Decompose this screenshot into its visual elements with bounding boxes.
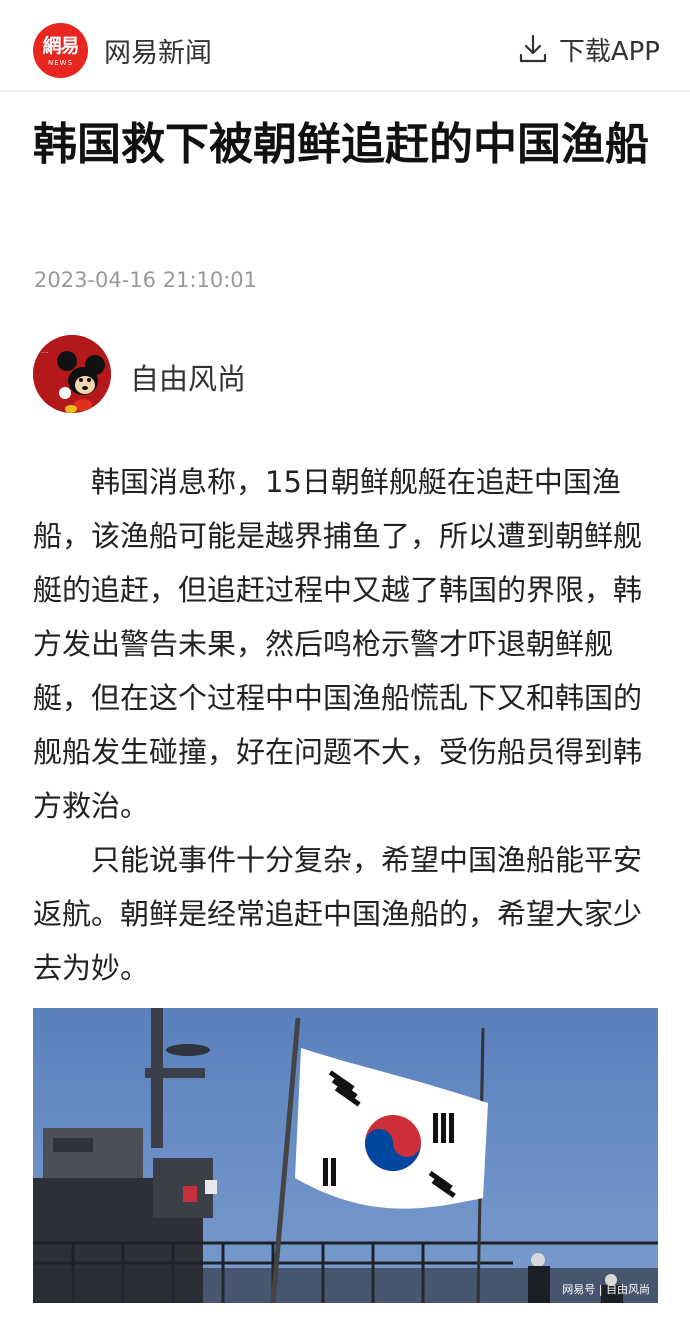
article-paragraph: 只能说事件十分复杂，希望中国渔船能平安返航。朝鲜是经常追赶中国渔船的，希望大家少… [33,843,643,985]
download-app-button[interactable]: 下载APP [517,29,660,69]
download-label: 下载APP [558,36,660,67]
download-icon [519,34,546,63]
article-paragraph: 韩国消息称，15日朝鲜舰艇在追赶中国渔船，该渔船可能是越界捕鱼了，所以遭到朝鲜舰… [33,465,643,823]
svg-text:····: ···· [41,350,49,357]
publish-timestamp: 2023-04-16 21:10:01 [34,268,258,292]
image-watermark: 网易号 | 自由风尚 [562,1283,650,1296]
article-body: 韩国消息称，15日朝鲜舰艇在追赶中国渔船，该渔船可能是越界捕鱼了，所以遭到朝鲜舰… [33,455,658,995]
brand-name: 网易新闻 [104,38,212,69]
netease-news-logo[interactable]: 網易 NEWS [33,23,88,78]
cartoon-mouse-avatar-image: ···· [33,335,111,413]
article-title: 韩国救下被朝鲜追赶的中国渔船 [33,119,649,170]
logo-sub-text: NEWS [47,59,74,67]
logo-main-text: 網易 [42,35,79,57]
author-name[interactable]: 自由风尚 [130,356,246,398]
korean-flag-warship-photo [33,1008,658,1303]
author-avatar[interactable]: ···· [33,335,111,413]
article-image[interactable]: 网易号 | 自由风尚 [33,1008,658,1303]
top-bar: 網易 NEWS 网易新闻 下载APP [0,0,690,92]
